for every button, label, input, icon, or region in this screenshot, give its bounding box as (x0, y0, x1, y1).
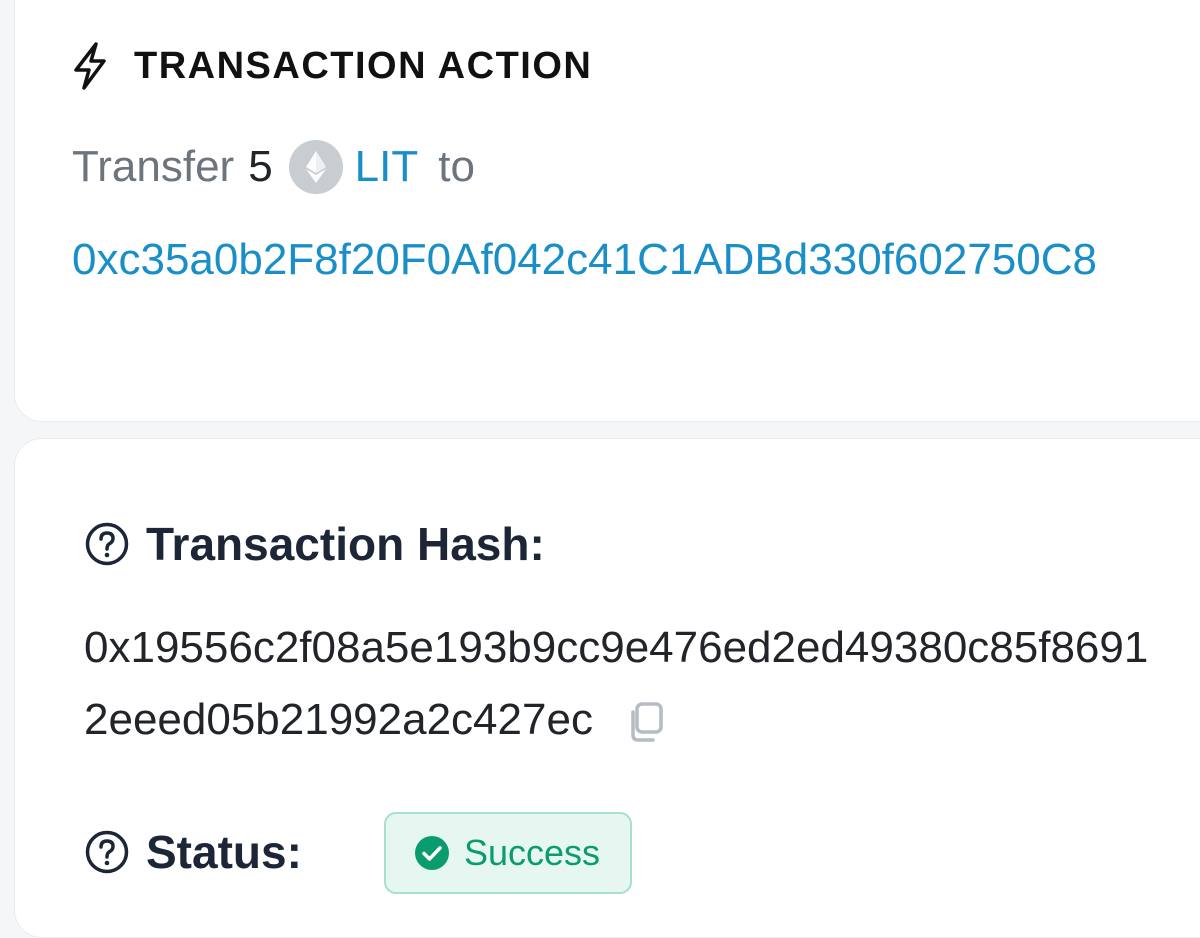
check-circle-icon (414, 835, 450, 871)
transfer-to-word: to (438, 142, 475, 191)
transaction-action-title: TRANSACTION ACTION (134, 44, 593, 87)
question-circle-icon[interactable] (84, 521, 130, 567)
question-circle-icon[interactable] (84, 829, 130, 875)
recipient-address-link[interactable]: 0xc35a0b2F8f20F0Af042c41C1ADBd330f602750… (72, 222, 1152, 298)
lightning-bolt-icon (70, 41, 110, 91)
transfer-amount: 5 (248, 142, 273, 191)
status-label-row: Status: (84, 822, 302, 882)
transaction-action-header: TRANSACTION ACTION (70, 36, 592, 96)
transaction-hash-text: 0x19556c2f08a5e193b9cc9e476ed2ed49380c85… (84, 623, 1149, 744)
transfer-summary: Transfer 5 LIT to (72, 135, 475, 199)
transaction-hash-label-row: Transaction Hash: (84, 514, 545, 574)
token-link-lit[interactable]: LIT (355, 142, 419, 192)
status-text: Success (464, 832, 601, 873)
transaction-hash-label: Transaction Hash: (146, 518, 545, 570)
ethereum-icon (288, 140, 343, 194)
transfer-verb: Transfer (72, 142, 235, 191)
transaction-hash-value: 0x19556c2f08a5e193b9cc9e476ed2ed49380c85… (84, 612, 1164, 756)
copy-icon[interactable] (623, 694, 667, 743)
status-label: Status: (146, 826, 302, 878)
status-badge: Success (384, 812, 632, 894)
